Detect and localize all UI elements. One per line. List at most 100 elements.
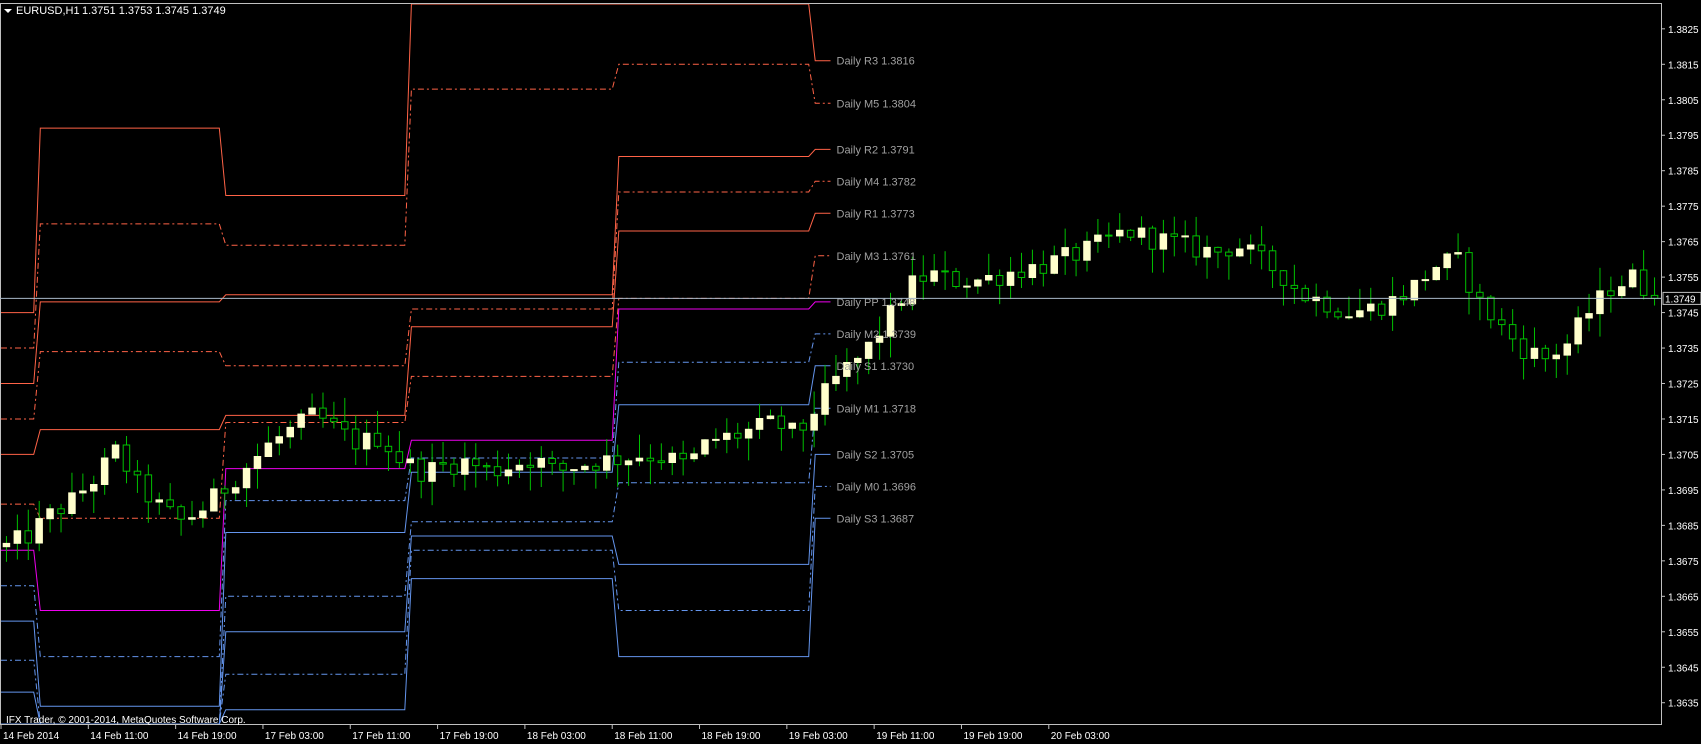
bull-candle [766,415,775,420]
bull-candle [985,275,993,281]
bull-candle [264,442,273,458]
bear-candle [919,275,927,282]
y-tick-label: 1.3815 [1668,60,1699,71]
x-tick-label: 19 Feb 11:00 [876,731,935,742]
y-tick-label: 1.3745 [1668,309,1699,320]
y-tick-label: 1.3795 [1668,131,1699,142]
bear-candle [777,415,786,429]
bear-candle [373,432,382,447]
bear-candle [1170,233,1178,237]
bull-candle [308,407,316,415]
x-tick-label: 17 Feb 19:00 [440,731,499,742]
bull-candle [1236,248,1244,257]
bull-candle [1061,247,1069,257]
bull-candle [603,455,611,471]
y-tick-label: 1.3715 [1668,415,1699,426]
bear-candle [221,488,229,494]
bear-candle [548,458,556,464]
bull-candle [963,285,971,288]
bull-candle [111,444,120,459]
x-tick-label: 18 Feb 11:00 [614,731,673,742]
bear-candle [995,275,1004,286]
bear-candle [24,530,32,544]
y-tick-label: 1.3735 [1668,344,1699,355]
bear-candle [439,462,447,465]
bull-candle [210,488,218,512]
bear-candle [941,270,949,273]
y-tick-label: 1.3755 [1668,273,1699,284]
bear-candle [330,417,338,423]
bull-candle [90,484,98,492]
bear-candle [341,421,349,430]
bull-candle [253,456,262,469]
bull-candle [701,439,709,455]
bear-candle [319,407,327,419]
bull-candle [1574,317,1582,345]
pivot-label-r2: Daily R2 1.3791 [837,144,915,156]
y-tick-label: 1.3705 [1668,450,1699,461]
bull-candle [1246,244,1255,250]
chart-symbol-label: EURUSD,H1 [16,5,80,17]
bear-candle [1508,324,1517,340]
bull-candle [1050,255,1058,274]
pivot-label-s3: Daily S3 1.3687 [837,513,915,525]
price-chart[interactable]: Daily R3 1.3816 Daily M5 1.3804 Daily R2 1… [0,0,1701,744]
bull-candle [1563,343,1571,356]
bear-candle [1268,250,1277,272]
bear-candle [1148,227,1157,250]
bull-candle [46,508,54,520]
bull-candle [810,413,818,431]
pivot-label-m4: Daily M4 1.3782 [837,176,917,188]
bull-candle [821,383,829,415]
bear-candle [1072,247,1080,261]
bull-candle [788,422,796,429]
bear-candle [1541,347,1550,360]
bear-candle [166,499,174,508]
x-tick-label: 18 Feb 19:00 [702,731,761,742]
bull-candle [1094,234,1102,242]
bear-candle [1607,290,1615,297]
bear-candle [144,474,153,503]
bear-candle [1639,269,1648,296]
bull-candle [1585,313,1593,319]
bear-candle [1279,270,1288,286]
bull-candle [635,457,644,462]
bull-candle [712,438,720,441]
bear-candle [1192,235,1200,258]
bear-candle [417,458,425,482]
x-tick-label: 19 Feb 03:00 [789,731,848,742]
bull-candle [832,375,840,385]
bear-candle [657,460,666,464]
bull-candle [286,426,294,438]
bull-candle [297,413,305,428]
bull-candle [1552,354,1560,360]
bull-candle [428,462,436,482]
bull-candle [1388,296,1397,316]
bear-candle [1039,264,1048,274]
y-tick-label: 1.3675 [1668,557,1699,568]
bear-candle [526,464,535,468]
bear-candle [493,466,502,477]
bear-candle [952,271,960,288]
pivot-label-m1: Daily M1 1.3718 [837,403,917,415]
bull-candle [1006,271,1015,286]
bull-candle [1367,303,1375,312]
x-tick-label: 17 Feb 03:00 [265,731,324,742]
x-tick-label: 20 Feb 03:00 [1051,731,1110,742]
pivot-label-m2: Daily M2 1.3739 [837,329,917,341]
bear-candle [1323,296,1331,313]
bull-candle [1530,347,1539,359]
bull-candle [1083,240,1091,261]
bull-candle [1421,279,1430,282]
y-tick-label: 1.3805 [1668,96,1699,107]
bear-candle [1498,319,1506,326]
copyright-text: IFX Trader, © 2001-2014, MetaQuotes Soft… [6,715,246,726]
bull-candle [1432,267,1440,281]
bear-candle [1017,271,1026,279]
bull-candle [155,499,163,503]
bull-candle [1345,316,1353,319]
bull-candle [1410,279,1419,301]
y-tick-label: 1.3685 [1668,521,1699,532]
bull-candle [755,418,764,430]
bear-candle [472,458,480,467]
